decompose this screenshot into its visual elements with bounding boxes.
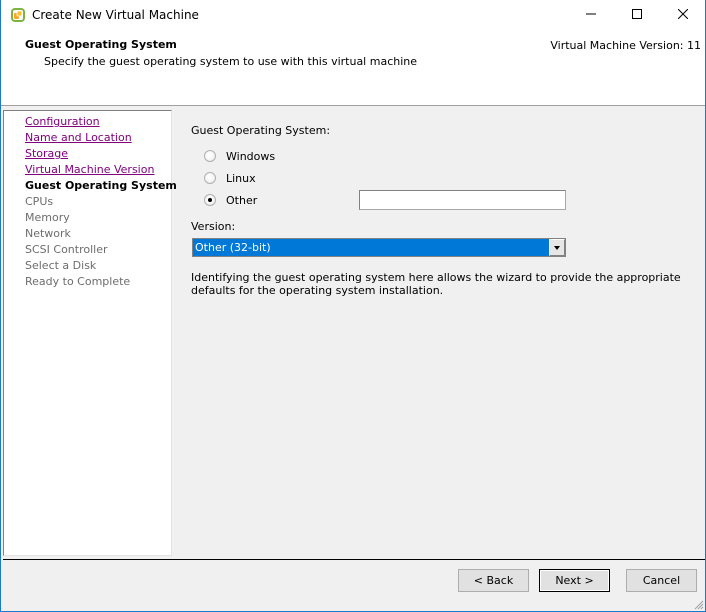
wizard-steps-sidebar: Configuration Name and Location Storage …	[3, 110, 177, 556]
back-button[interactable]: < Back	[458, 569, 529, 592]
step-storage[interactable]: Storage	[4, 146, 171, 162]
radio-label: Other	[226, 193, 258, 207]
version-label: Version:	[191, 220, 236, 233]
step-name-and-location[interactable]: Name and Location	[4, 130, 171, 146]
maximize-button[interactable]	[614, 0, 660, 30]
guest-os-label: Guest Operating System:	[191, 124, 331, 137]
resize-grip-icon[interactable]	[692, 598, 704, 610]
dropdown-button[interactable]	[549, 239, 565, 256]
step-memory: Memory	[25, 211, 70, 224]
maximize-icon	[632, 8, 642, 22]
radio-other[interactable]: Other	[204, 192, 257, 208]
radio-label: Windows	[226, 149, 276, 163]
next-button[interactable]: Next >	[539, 569, 610, 592]
vsphere-logo-icon	[10, 7, 26, 23]
radio-button[interactable]	[204, 150, 216, 162]
cancel-button[interactable]: Cancel	[626, 569, 697, 592]
version-select[interactable]: Other (32-bit)	[192, 238, 566, 257]
radio-windows[interactable]: Windows	[204, 148, 275, 164]
page-subtitle: Specify the guest operating system to us…	[44, 55, 418, 68]
minimize-button[interactable]	[568, 0, 614, 30]
step-configuration[interactable]: Configuration	[4, 114, 171, 130]
vm-version-label: Virtual Machine Version: 11	[550, 39, 701, 52]
radio-label: Linux	[226, 171, 256, 185]
step-virtual-machine-version[interactable]: Virtual Machine Version	[4, 162, 171, 178]
other-os-input[interactable]	[359, 190, 566, 210]
radio-linux[interactable]: Linux	[204, 170, 256, 186]
wizard-window: Create New Virtual Machine Guest Operati…	[0, 0, 706, 612]
step-ready-to-complete: Ready to Complete	[25, 275, 131, 288]
step-cpus: CPUs	[25, 195, 54, 208]
footer-separator	[3, 559, 705, 560]
description-text: Identifying the guest operating system h…	[191, 271, 681, 297]
title-bar: Create New Virtual Machine	[1, 0, 705, 30]
radio-button-checked[interactable]	[204, 194, 216, 206]
wizard-header: Guest Operating System Specify the guest…	[1, 30, 705, 106]
step-select-a-disk: Select a Disk	[25, 259, 97, 272]
radio-button[interactable]	[204, 172, 216, 184]
page-title: Guest Operating System	[25, 38, 177, 51]
close-icon	[677, 8, 689, 22]
step-network: Network	[25, 227, 71, 240]
step-scsi-controller: SCSI Controller	[25, 243, 108, 256]
window-title: Create New Virtual Machine	[32, 8, 199, 22]
chevron-down-icon	[554, 245, 560, 250]
version-select-value: Other (32-bit)	[195, 241, 271, 254]
step-guest-operating-system: Guest Operating System	[25, 179, 177, 192]
minimize-icon	[586, 9, 596, 22]
close-button[interactable]	[660, 0, 706, 30]
